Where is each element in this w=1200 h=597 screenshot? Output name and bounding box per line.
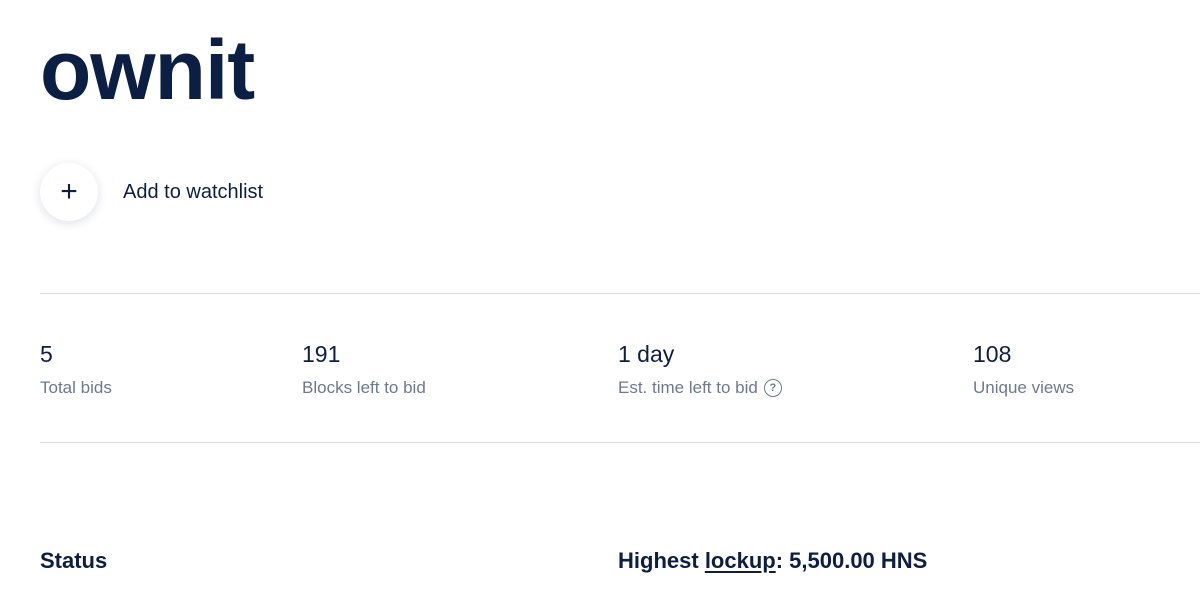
- stat-value: 5: [40, 341, 53, 367]
- stat-unique-views: 108 Unique views: [973, 340, 1074, 399]
- highest-lockup-value: : 5,500.00 HNS: [775, 548, 928, 573]
- highest-lockup-prefix: Highest: [618, 548, 699, 573]
- divider-top: [40, 293, 1200, 294]
- add-to-watchlist-button[interactable]: +: [40, 163, 98, 221]
- question-circle-icon[interactable]: ?: [763, 379, 782, 397]
- status-heading: Status: [40, 548, 108, 573]
- stat-total-bids: 5 Total bids: [40, 340, 112, 399]
- plus-icon: +: [60, 175, 78, 208]
- stat-label-text: Blocks left to bid: [302, 378, 426, 397]
- stat-label: Est. time left to bid ?: [618, 377, 782, 399]
- stat-label-text: Unique views: [973, 378, 1075, 397]
- domain-name-title: ownit: [40, 23, 255, 117]
- add-to-watchlist-label[interactable]: Add to watchlist: [123, 181, 263, 204]
- lockup-link[interactable]: lockup: [705, 548, 776, 573]
- stat-est-time-left: 1 day Est. time left to bid ?: [618, 340, 782, 399]
- stat-value: 191: [302, 341, 341, 367]
- stat-label: Total bids: [40, 377, 112, 399]
- add-to-watchlist[interactable]: + Add to watchlist: [40, 163, 263, 221]
- stat-label: Blocks left to bid: [302, 377, 426, 399]
- stat-label-text: Total bids: [40, 378, 112, 397]
- stat-label-text: Est. time left to bid: [618, 378, 758, 397]
- domain-auction-page: ownit + Add to watchlist 5 Total bids 19…: [0, 0, 1200, 597]
- stat-value: 108: [973, 341, 1012, 367]
- highest-lockup: Highest lockup: 5,500.00 HNS: [618, 547, 927, 575]
- stat-label: Unique views: [973, 377, 1074, 399]
- stat-value: 1 day: [618, 341, 675, 367]
- stat-blocks-left: 191 Blocks left to bid: [302, 340, 426, 399]
- divider-bottom: [40, 442, 1200, 443]
